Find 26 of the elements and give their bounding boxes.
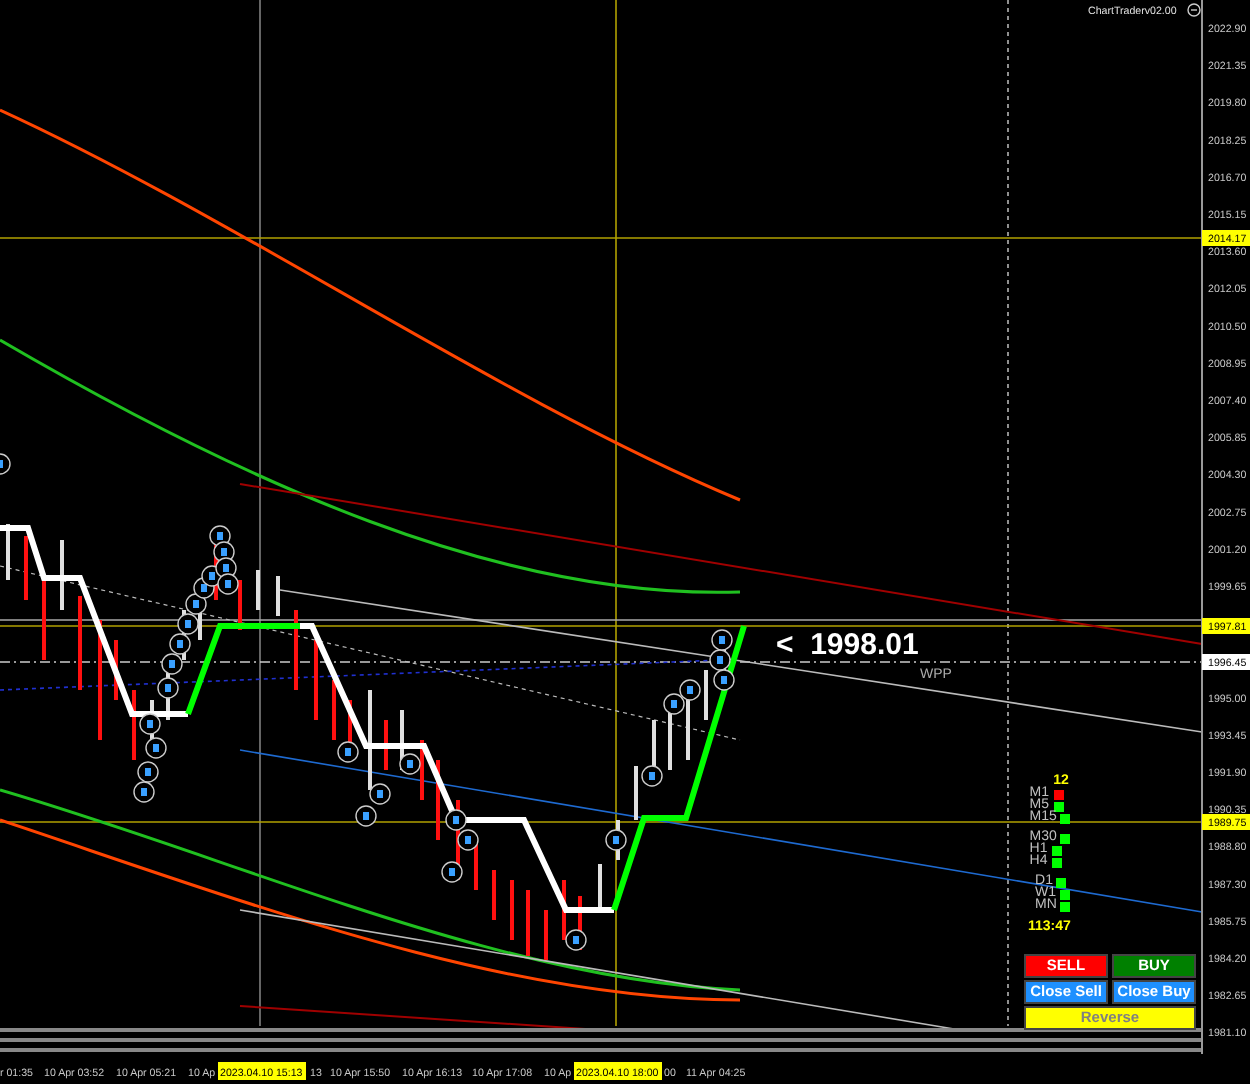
signal-marker-icon — [157, 677, 179, 699]
signal-marker-icon — [663, 693, 685, 715]
signal-marker-icon — [139, 713, 161, 735]
signal-marker-icon — [137, 761, 159, 783]
signal-marker-icon — [641, 765, 663, 787]
signal-marker-icon — [145, 737, 167, 759]
signal-marker-icon — [217, 573, 239, 595]
signal-marker-icon — [713, 669, 735, 691]
signal-marker-icon — [457, 829, 479, 851]
signal-marker-icon — [177, 613, 199, 635]
signal-marker-icon — [369, 783, 391, 805]
signal-marker-icon — [355, 805, 377, 827]
signal-marker-icon — [337, 741, 359, 763]
signal-marker-icon — [709, 649, 731, 671]
signal-marker-icon — [679, 679, 701, 701]
current-price-label: < 1998.01 — [776, 628, 919, 662]
signal-marker-icon — [565, 929, 587, 951]
signal-marker-icon — [711, 629, 733, 651]
signal-marker-icon — [605, 829, 627, 851]
minimize-icon[interactable] — [1187, 3, 1201, 17]
signal-marker-icon — [169, 633, 191, 655]
signal-marker-icon — [161, 653, 183, 675]
signal-marker-icon — [133, 781, 155, 803]
signal-marker-icon — [399, 753, 421, 775]
signal-marker-icon — [441, 861, 463, 883]
signal-marker-icon — [445, 809, 467, 831]
